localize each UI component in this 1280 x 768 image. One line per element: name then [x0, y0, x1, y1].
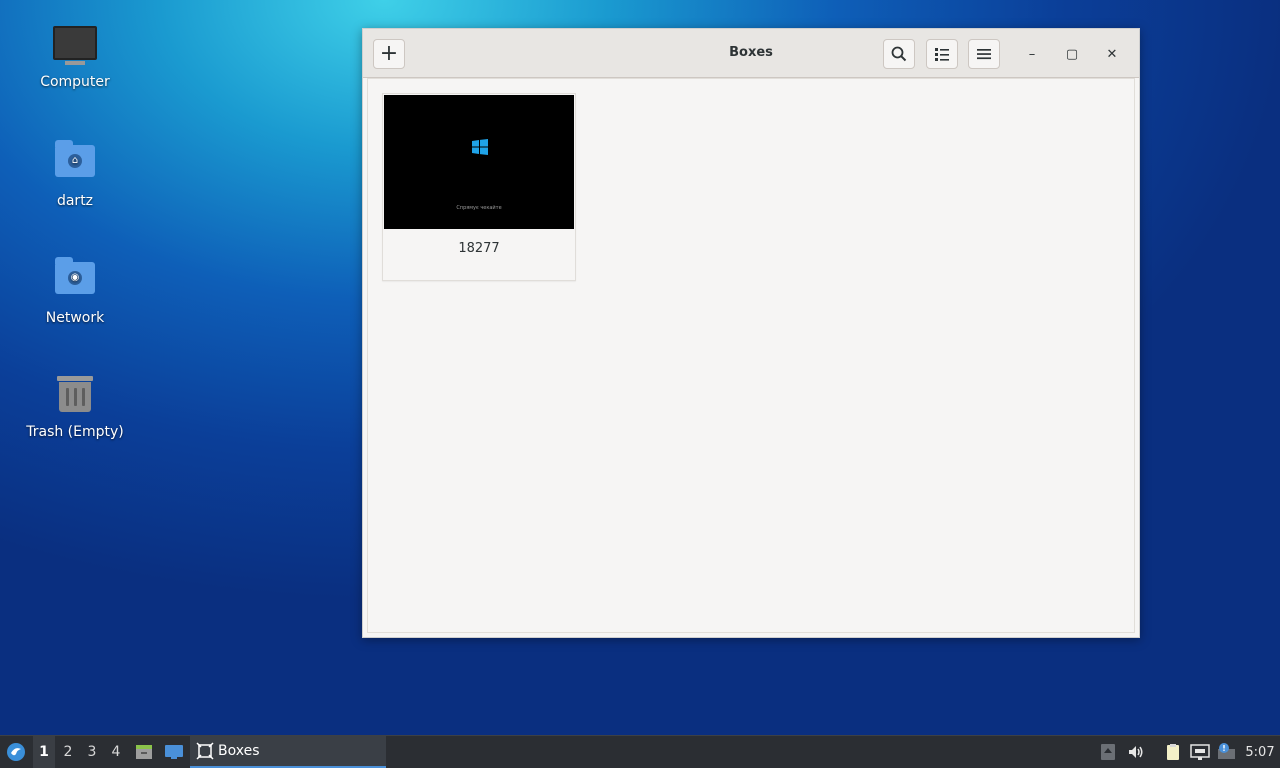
maximize-icon: ▢ — [1065, 46, 1079, 62]
desktop-icon-network[interactable]: ◉ Network — [15, 256, 135, 326]
clock[interactable]: 5:07 — [1243, 736, 1277, 768]
start-menu-button[interactable] — [4, 736, 28, 768]
list-view-button[interactable] — [926, 39, 958, 69]
workspace-2[interactable]: 2 — [57, 736, 79, 768]
boot-status-text: Спрямує чекайте — [456, 205, 502, 211]
boxes-app-icon — [196, 742, 214, 760]
boxes-grid: Спрямує чекайте 18277 — [367, 78, 1135, 633]
network-folder-icon: ◉ — [53, 257, 97, 306]
network-wired-icon — [1190, 744, 1210, 760]
clipboard-button[interactable] — [1163, 736, 1183, 768]
header-bar: + Boxes – ▢ ✕ — [363, 29, 1139, 78]
tray-expand-button[interactable] — [1098, 736, 1118, 768]
clipboard-icon — [1167, 744, 1179, 760]
vm-thumbnail: Спрямує чекайте — [384, 95, 574, 229]
notifications-button[interactable] — [1215, 736, 1237, 768]
desktop-icon — [165, 745, 183, 759]
taskbar-item-label: Boxes — [218, 743, 260, 759]
desktop-icon-label: Network — [45, 310, 105, 326]
close-icon: ✕ — [1106, 46, 1118, 62]
search-button[interactable] — [883, 39, 915, 69]
volume-icon — [1129, 746, 1143, 758]
workspace-4[interactable]: 4 — [105, 736, 127, 768]
volume-button[interactable] — [1126, 736, 1146, 768]
search-icon — [891, 46, 907, 62]
start-menu-icon — [7, 743, 25, 761]
desktop-icon-label: dartz — [56, 193, 94, 209]
vm-name: 18277 — [458, 241, 500, 256]
desktop-icon-computer[interactable]: Computer — [15, 22, 135, 90]
computer-icon — [53, 26, 97, 70]
file-manager-icon — [136, 745, 152, 759]
main-menu-button[interactable] — [968, 39, 1000, 69]
taskbar: 1 2 3 4 Boxes 5:07 — [0, 735, 1280, 768]
home-folder-icon: ⌂ — [53, 140, 97, 189]
list-view-icon — [935, 48, 949, 61]
hamburger-menu-icon — [977, 49, 991, 60]
desktop-icon-label: Trash (Empty) — [26, 424, 124, 440]
windows-logo-icon — [472, 139, 488, 155]
show-desktop-launcher[interactable] — [163, 736, 185, 768]
trash-icon — [53, 376, 97, 420]
desktop-icon-trash[interactable]: Trash (Empty) — [15, 372, 135, 440]
network-status-button[interactable] — [1190, 736, 1210, 768]
vm-card[interactable]: Спрямує чекайте 18277 — [382, 93, 576, 281]
file-manager-launcher[interactable] — [133, 736, 155, 768]
desktop-icon-home[interactable]: ⌂ dartz — [15, 139, 135, 209]
close-button[interactable]: ✕ — [1101, 43, 1123, 65]
boxes-window: + Boxes – ▢ ✕ Спрямує чекайте 18277 — [362, 28, 1140, 638]
tray-arrow-up-icon — [1101, 744, 1115, 760]
workspace-1[interactable]: 1 — [33, 736, 55, 768]
minimize-button[interactable]: – — [1021, 43, 1043, 65]
notification-icon — [1218, 743, 1235, 759]
desktop-icon-label: Computer — [40, 74, 110, 90]
minimize-icon: – — [1028, 46, 1036, 62]
maximize-button[interactable]: ▢ — [1061, 43, 1083, 65]
taskbar-item-boxes[interactable]: Boxes — [190, 736, 386, 768]
workspace-3[interactable]: 3 — [81, 736, 103, 768]
